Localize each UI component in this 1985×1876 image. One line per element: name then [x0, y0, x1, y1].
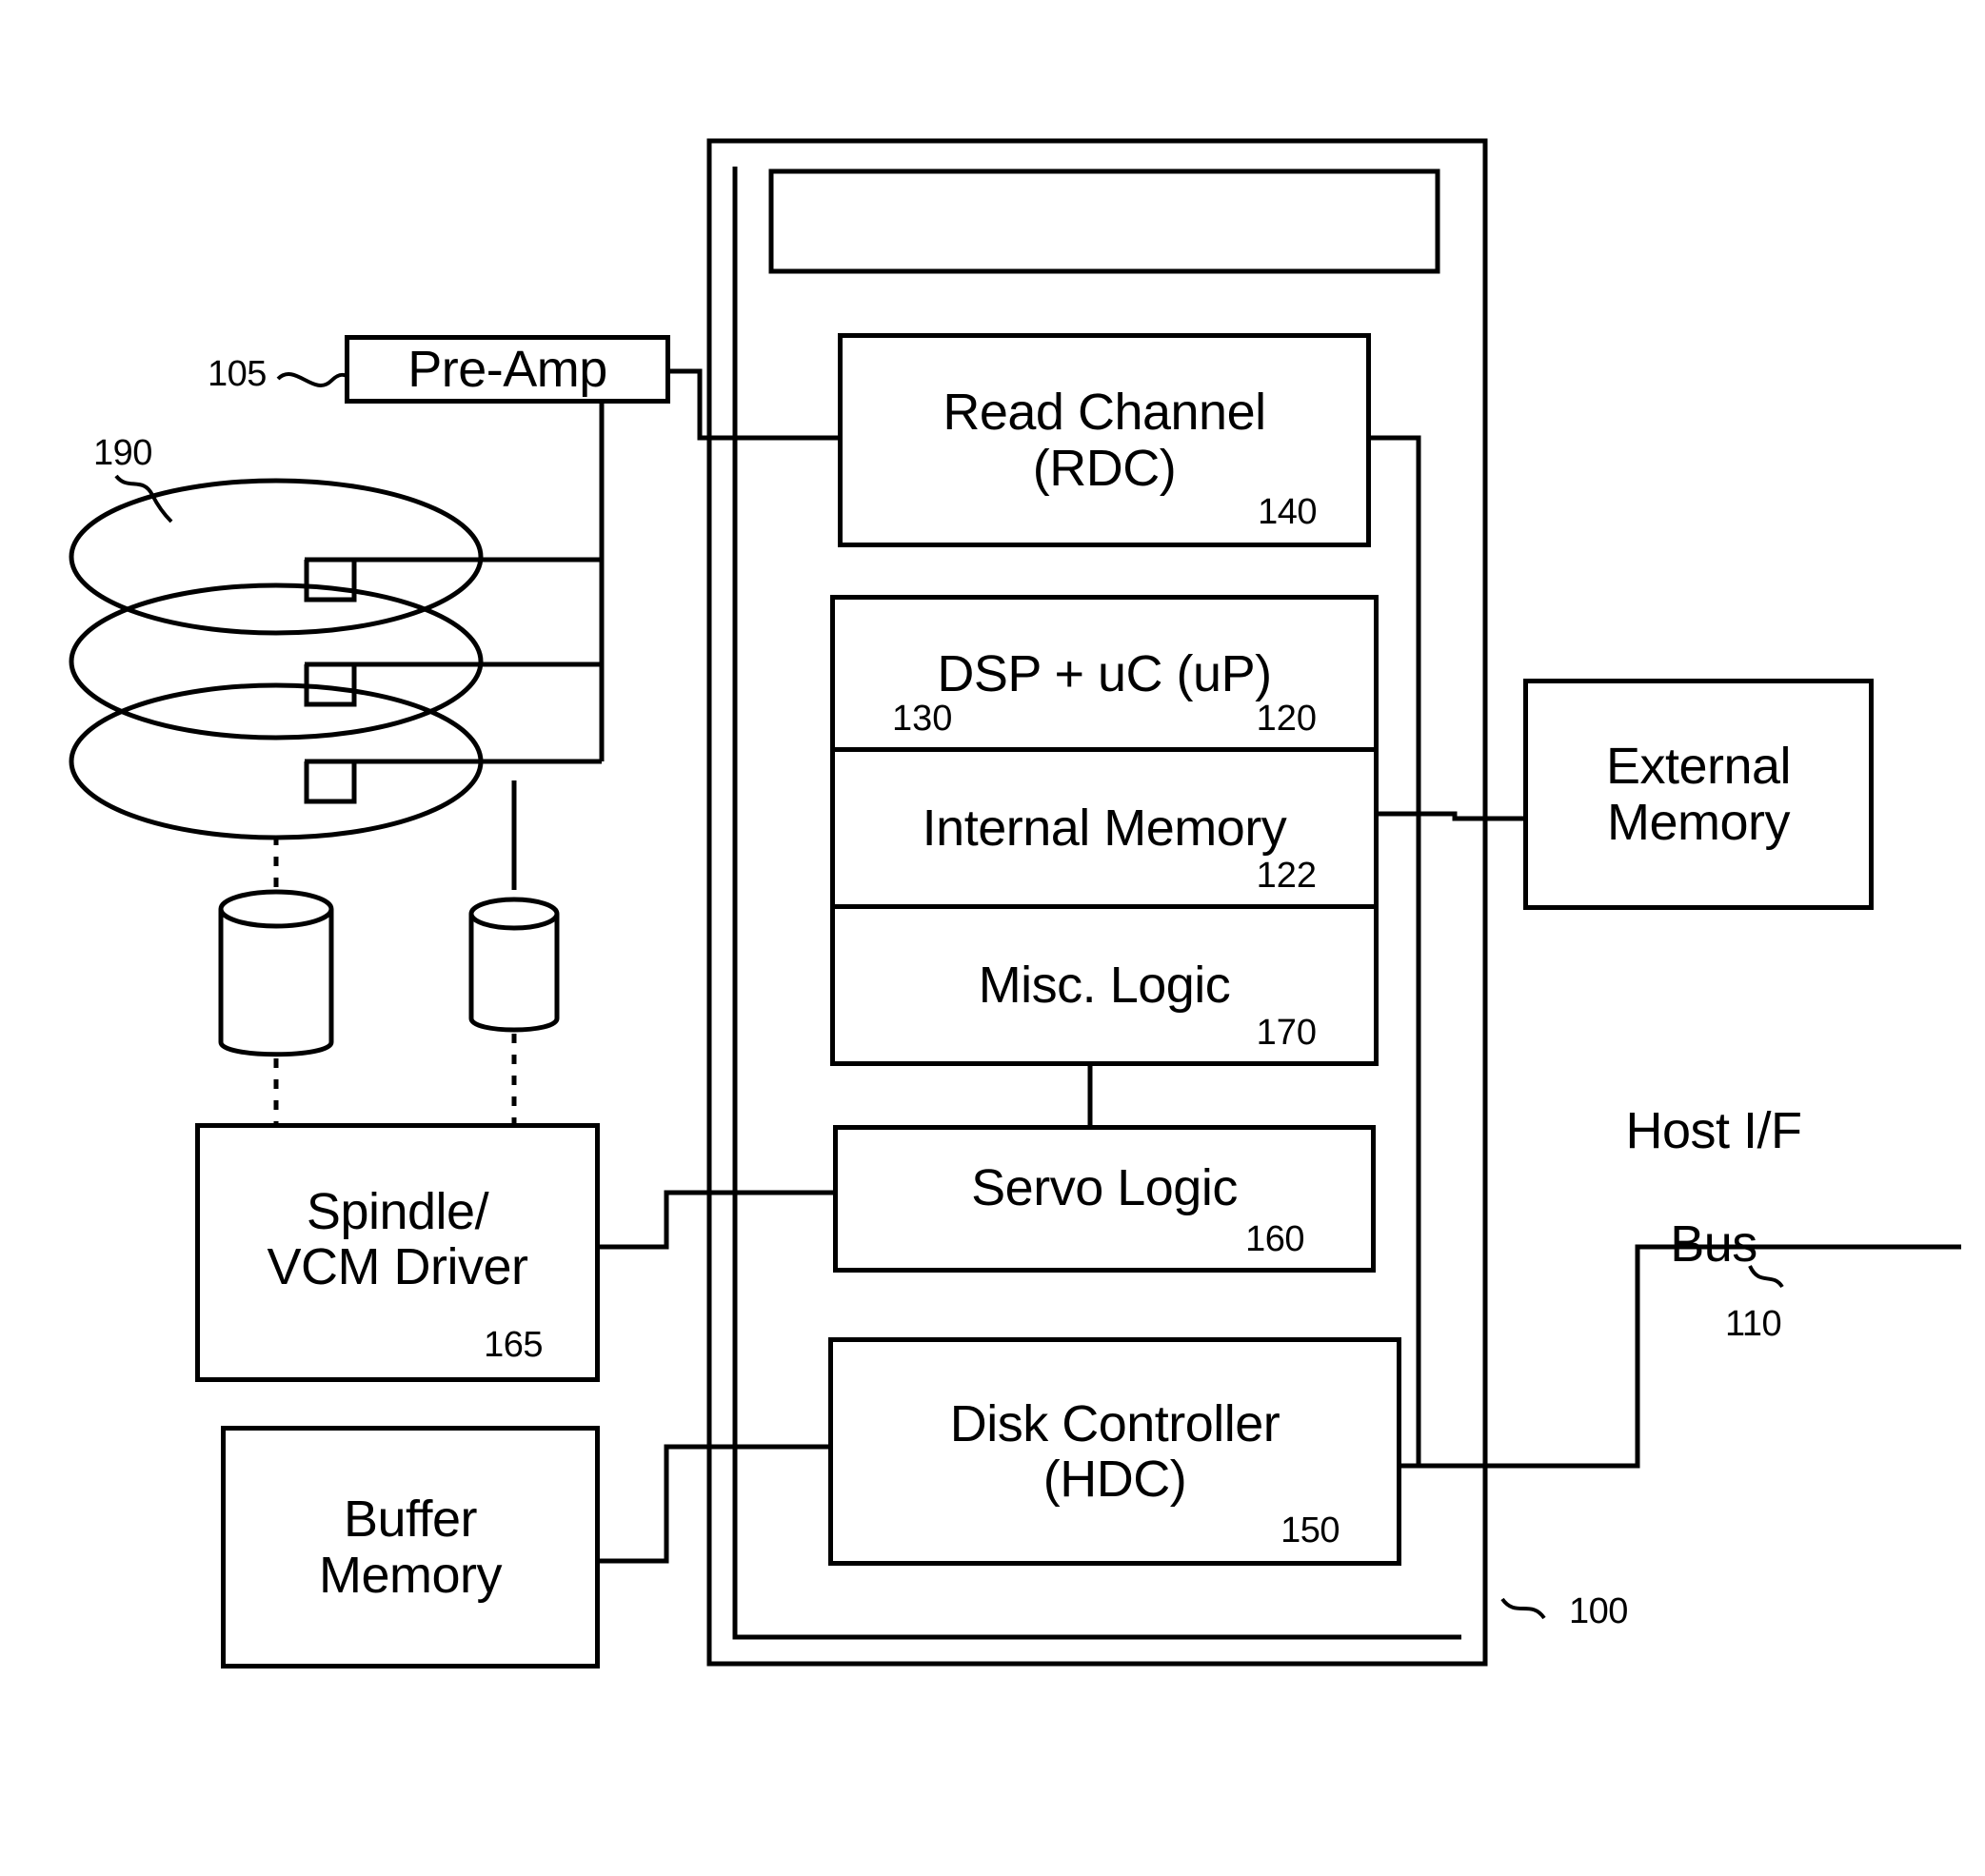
ref-numeral-host-if-bus: 110	[1725, 1304, 1782, 1344]
block-external-memory[interactable]: External Memory	[1523, 679, 1874, 910]
ref-numeral-read-channel: 140	[1258, 492, 1317, 532]
host-if-bus-line2: Bus	[1670, 1215, 1757, 1274]
disk-controller-name: Disk Controller	[949, 1394, 1280, 1452]
block-label-pre-amp: Pre-Amp	[407, 340, 607, 398]
block-label-buffer-memory: Buffer Memory	[318, 1491, 503, 1604]
ref-numeral-internal-memory: 122	[1256, 856, 1317, 896]
figure-canvas: Pre-Amp 105 190 Read Channel (RDC) 140 D…	[0, 0, 1985, 1876]
block-dsp-uc[interactable]: DSP + uC (uP) 130 120	[835, 600, 1374, 752]
host-if-bus-line1: Host I/F	[1625, 1102, 1802, 1160]
read-channel-abbrev: (RDC)	[1032, 439, 1177, 497]
block-label-spindle-vcm-driver: Spindle/ VCM Driver	[267, 1182, 529, 1295]
block-spindle-vcm-driver[interactable]: Spindle/ VCM Driver 165	[195, 1123, 600, 1382]
block-read-channel[interactable]: Read Channel (RDC) 140	[838, 333, 1371, 547]
block-label-servo-logic: Servo Logic	[971, 1159, 1238, 1217]
ref-numeral-disk-stack: 190	[93, 433, 152, 473]
ref-numeral-drive-assembly: 100	[1569, 1591, 1628, 1631]
block-label-dsp-uc: DSP + uC (uP)	[937, 644, 1272, 702]
ref-numeral-servo-logic: 160	[1245, 1219, 1304, 1259]
ref-numeral-misc-logic: 170	[1256, 1013, 1317, 1053]
ref-numeral-dsp: 130	[892, 699, 953, 739]
controller-core-stack: DSP + uC (uP) 130 120 Internal Memory 12…	[830, 595, 1379, 1066]
block-label-external-memory: External Memory	[1605, 738, 1792, 851]
buffer-memory-line1: Buffer	[343, 1491, 478, 1549]
block-label-disk-controller: Disk Controller (HDC)	[950, 1396, 1280, 1508]
spindle-vcm-line2: VCM Driver	[267, 1238, 529, 1295]
spindle-vcm-line1: Spindle/	[306, 1182, 489, 1240]
block-label-misc-logic: Misc. Logic	[978, 957, 1231, 1014]
external-memory-line2: Memory	[1606, 793, 1791, 851]
buffer-memory-line2: Memory	[318, 1546, 503, 1604]
block-label-internal-memory: Internal Memory	[922, 800, 1287, 857]
block-pre-amp[interactable]: Pre-Amp	[345, 335, 670, 404]
disk-controller-abbrev: (HDC)	[1042, 1451, 1187, 1508]
read-channel-name: Read Channel	[943, 384, 1266, 442]
ref-numeral-pre-amp: 105	[208, 354, 267, 394]
external-memory-line1: External	[1605, 738, 1792, 796]
ref-numeral-disk-controller: 150	[1280, 1511, 1340, 1550]
block-label-read-channel: Read Channel (RDC)	[943, 384, 1266, 497]
block-internal-memory[interactable]: Internal Memory 122	[835, 752, 1374, 909]
label-host-if-bus: Host I/F Bus	[1561, 1047, 1866, 1274]
block-servo-logic[interactable]: Servo Logic 160	[833, 1125, 1376, 1273]
block-disk-controller[interactable]: Disk Controller (HDC) 150	[828, 1337, 1401, 1566]
block-buffer-memory[interactable]: Buffer Memory	[221, 1426, 600, 1669]
ref-numeral-spindle-vcm-driver: 165	[484, 1325, 543, 1365]
ref-numeral-microcontroller: 120	[1256, 699, 1317, 739]
block-misc-logic[interactable]: Misc. Logic 170	[835, 909, 1374, 1061]
